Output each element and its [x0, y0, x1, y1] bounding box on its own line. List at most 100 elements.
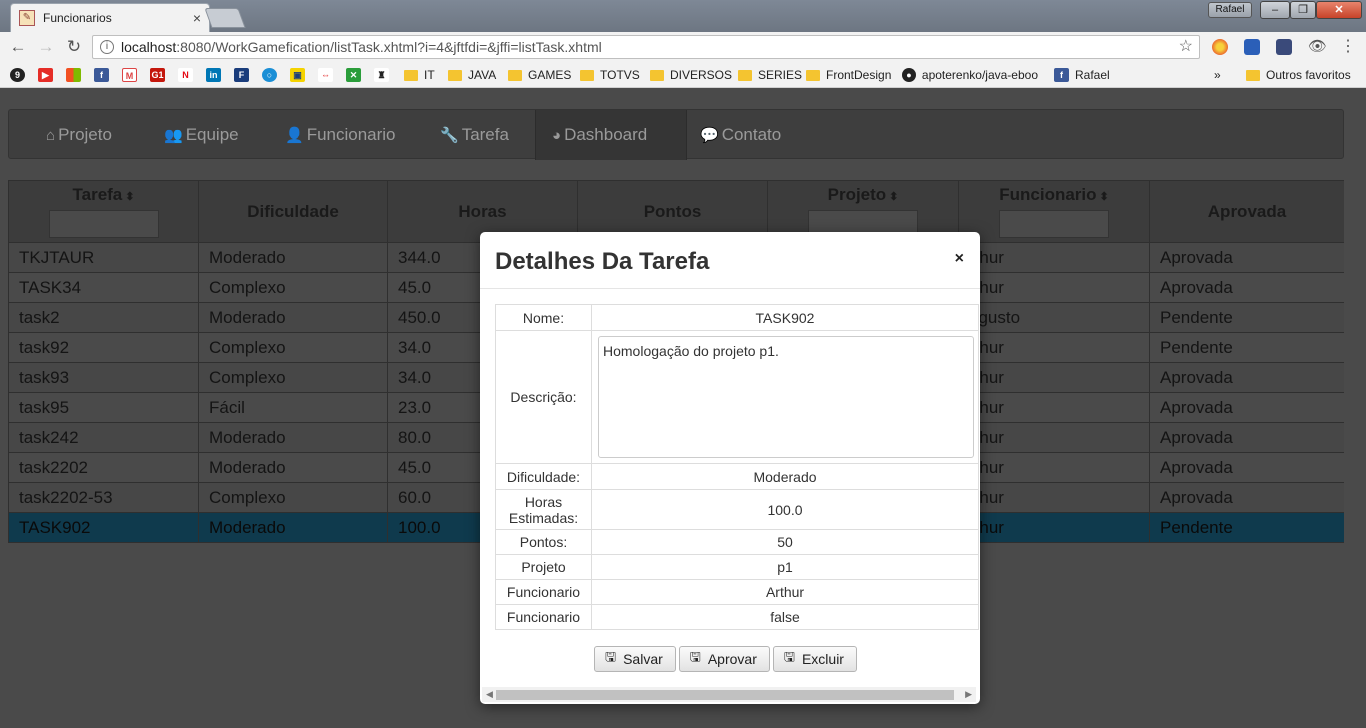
- cell-funcionario: rthur: [958, 392, 1150, 423]
- bookmark-site-circle[interactable]: ○: [262, 67, 283, 83]
- bookmark-linkedin[interactable]: in: [206, 67, 227, 83]
- column-header-tarefa[interactable]: Tarefa ⬍: [8, 180, 199, 243]
- chat-icon: 💬: [700, 127, 719, 144]
- dialog-close-icon[interactable]: ×: [955, 250, 964, 268]
- bookmark-bb[interactable]: ▣: [290, 67, 311, 83]
- bookmark-folder-frontdesign[interactable]: FrontDesign: [806, 67, 891, 83]
- extension-square-icon[interactable]: [1244, 39, 1260, 55]
- bookmark-folder-java[interactable]: JAVA: [448, 67, 496, 83]
- dialog-horizontal-scrollbar[interactable]: ◀ ▶: [482, 687, 976, 702]
- cell-dificuldade: Moderado: [198, 452, 388, 483]
- bookmark-site-tower[interactable]: ♜: [374, 67, 395, 83]
- scroll-thumb[interactable]: [496, 690, 954, 700]
- facebook-icon: f: [1054, 68, 1069, 82]
- cell-aprovada: Aprovada: [1149, 452, 1345, 483]
- horas-value: 100.0: [591, 489, 979, 530]
- bookmark-rafael[interactable]: f Rafael: [1054, 67, 1110, 83]
- bookmark-site-1[interactable]: 9: [10, 67, 31, 83]
- save-button[interactable]: 🖫 Salvar: [594, 646, 676, 672]
- sort-icon[interactable]: ⬍: [1100, 191, 1109, 203]
- minimize-icon[interactable]: –: [1260, 1, 1290, 19]
- delete-button[interactable]: 🖫 Excluir: [772, 646, 857, 672]
- extension-eye-icon[interactable]: 👁: [1308, 39, 1327, 55]
- nav-item-funcionario[interactable]: 👤 Funcionario: [285, 110, 396, 160]
- bookmark-santander[interactable]: ⇔: [318, 67, 339, 83]
- bookmark-folder-diversos[interactable]: DIVERSOS: [650, 67, 732, 83]
- browser-menu-icon[interactable]: ⋮: [1340, 39, 1356, 55]
- scroll-right-arrow-icon[interactable]: ▶: [965, 689, 972, 700]
- bookmark-star-icon[interactable]: ☆: [1179, 36, 1193, 58]
- youtube-icon: ▶: [38, 68, 53, 82]
- bookmark-site-f[interactable]: F: [234, 67, 255, 83]
- task-detail-dialog: Detalhes Da Tarefa × Nome: TASK902 Descr…: [480, 232, 980, 704]
- tab-close-icon[interactable]: ×: [193, 10, 201, 26]
- nav-item-contato[interactable]: 💬 Contato: [700, 110, 781, 160]
- scroll-left-arrow-icon[interactable]: ◀: [486, 689, 493, 700]
- folder-icon: [738, 69, 752, 81]
- bookmarks-overflow-chevron-icon[interactable]: »: [1214, 67, 1221, 83]
- bookmark-youtube[interactable]: ▶: [38, 67, 59, 83]
- netflix-icon: N: [178, 68, 193, 82]
- bookmark-folder-it[interactable]: IT: [404, 67, 435, 83]
- filter-input-funcionario[interactable]: [999, 210, 1109, 238]
- address-bar[interactable]: i localhost:8080/WorkGamefication/listTa…: [92, 35, 1200, 59]
- bookmark-folder-series[interactable]: SERIES: [738, 67, 802, 83]
- cell-funcionario: rthur: [958, 362, 1150, 393]
- nav-item-projeto[interactable]: ⌂ Projeto: [46, 110, 112, 160]
- pontos-value: 50: [591, 529, 979, 555]
- new-tab-button[interactable]: [204, 8, 246, 28]
- bookmark-facebook[interactable]: f: [94, 67, 115, 83]
- home-icon: ⌂: [46, 126, 56, 144]
- g1-icon: G1: [150, 68, 165, 82]
- sort-icon[interactable]: ⬍: [889, 191, 898, 203]
- browser-titlebar: ✎ Funcionarios × Rafael – ❐ ✕: [0, 0, 1366, 32]
- linkedin-icon: in: [206, 68, 221, 82]
- nav-item-dashboard[interactable]: ◕ Dashboard: [535, 110, 687, 160]
- profile-button[interactable]: Rafael: [1208, 2, 1252, 18]
- bookmark-folder-totvs[interactable]: TOTVS: [580, 67, 640, 83]
- info-icon[interactable]: i: [100, 40, 114, 54]
- dificuldade-label: Dificuldade:: [495, 463, 592, 490]
- descricao-label: Descrição:: [495, 330, 592, 464]
- cell-tarefa: task95: [8, 392, 199, 423]
- column-header-aprovada: Aprovada: [1149, 180, 1345, 243]
- filter-input-tarefa[interactable]: [48, 210, 159, 238]
- tower-icon: ♜: [374, 68, 389, 82]
- descricao-textarea[interactable]: Homologação do projeto p1.: [598, 336, 974, 458]
- cell-aprovada: Aprovada: [1149, 242, 1345, 273]
- folder-icon: [404, 69, 418, 81]
- reload-icon[interactable]: ↻: [64, 37, 84, 57]
- cell-dificuldade: Fácil: [198, 392, 388, 423]
- cell-tarefa: task242: [8, 422, 199, 453]
- sort-icon[interactable]: ⬍: [125, 191, 134, 203]
- bookmark-github[interactable]: ● apoterenko/java-eboo: [902, 67, 1038, 83]
- forward-arrow-icon[interactable]: →: [36, 37, 56, 57]
- bookmark-folder-games[interactable]: GAMES: [508, 67, 571, 83]
- extension-flame-icon[interactable]: [1212, 39, 1228, 55]
- extension-shield-icon[interactable]: [1276, 39, 1292, 55]
- funcionario2-value: false: [591, 604, 979, 630]
- bookmark-microsoft[interactable]: [66, 67, 87, 83]
- folder-icon: [1246, 69, 1260, 81]
- maximize-icon[interactable]: ❐: [1290, 1, 1316, 19]
- column-header-funcionario[interactable]: Funcionario ⬍: [958, 180, 1150, 243]
- approve-button[interactable]: 🖫 Aprovar: [678, 646, 770, 672]
- page-scrollbar[interactable]: [1344, 89, 1358, 543]
- folder-icon: [448, 69, 462, 81]
- browser-tab[interactable]: ✎ Funcionarios ×: [10, 3, 210, 32]
- cell-funcionario: rthur: [958, 512, 1150, 543]
- gmail-icon: M: [122, 68, 137, 82]
- cell-funcionario: rthur: [958, 272, 1150, 303]
- bookmark-netflix[interactable]: N: [178, 67, 199, 83]
- bookmark-gmail[interactable]: M: [122, 67, 143, 83]
- back-arrow-icon[interactable]: ←: [8, 37, 28, 57]
- cell-dificuldade: Complexo: [198, 482, 388, 513]
- cell-tarefa: task2202: [8, 452, 199, 483]
- bookmark-g1[interactable]: G1: [150, 67, 171, 83]
- bookmark-site-x[interactable]: ✕: [346, 67, 367, 83]
- nav-item-equipe[interactable]: 👥 Equipe: [164, 110, 239, 160]
- bookmark-other[interactable]: Outros favoritos: [1246, 67, 1351, 83]
- nav-item-tarefa[interactable]: 🔧 Tarefa: [440, 110, 509, 160]
- window-close-icon[interactable]: ✕: [1316, 1, 1362, 19]
- site-x-icon: ✕: [346, 68, 361, 82]
